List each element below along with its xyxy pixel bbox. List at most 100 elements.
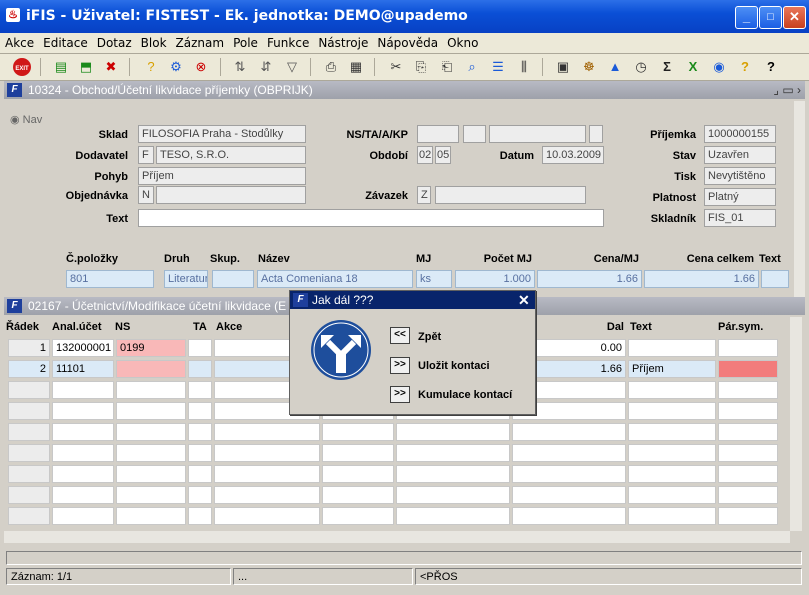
grid-cell[interactable] [718,339,778,357]
dialog-close-icon[interactable]: ✕ [518,292,530,309]
cell-celkem[interactable]: 1.66 [644,270,759,288]
field-prijemka[interactable]: 1000000155 [704,125,776,143]
grid-cell[interactable] [628,423,716,441]
grid-cell[interactable] [718,486,778,504]
paste-icon[interactable]: ⎗ [437,57,457,77]
grid-cell[interactable] [52,444,114,462]
cell-druh[interactable]: Literatur [164,270,208,288]
field-platnost[interactable]: Platný [704,188,776,206]
cell-text[interactable] [761,270,789,288]
grid-cell[interactable] [322,465,394,483]
sort-desc-icon[interactable]: ⇵ [256,57,276,77]
menu-pole[interactable]: Pole [228,33,262,50]
search-icon[interactable]: ⌕ [462,57,482,77]
grid-cell[interactable] [214,486,320,504]
copy-icon[interactable]: ⎘ [411,57,431,77]
field-objednavka[interactable] [156,186,306,204]
grid-cell[interactable] [116,444,186,462]
grid-cell[interactable] [8,486,50,504]
maximize-button[interactable]: □ [759,6,782,29]
field-text[interactable] [138,209,604,227]
row1-anal[interactable]: 132000001 [52,339,114,357]
save-posting-button[interactable]: >> [390,357,410,374]
grid-cell[interactable] [8,381,50,399]
grid-cell[interactable] [116,486,186,504]
row2-text[interactable]: Příjem [628,360,716,378]
grid-cell[interactable] [116,402,186,420]
grid-cell[interactable] [52,486,114,504]
form2-hscrollbar[interactable] [4,531,790,543]
menu-funkce[interactable]: Funkce [262,33,313,50]
cancel-query-icon[interactable]: ⊗ [191,57,211,77]
cell-skup[interactable] [212,270,254,288]
grid-cell[interactable] [188,465,212,483]
field-objednavka-flag[interactable]: N [138,186,154,204]
cut-icon[interactable]: ✂ [386,57,406,77]
grid-cell[interactable] [188,360,212,378]
grid-cell[interactable] [188,507,212,525]
grid-cell[interactable] [116,465,186,483]
grid-cell[interactable] [8,465,50,483]
grid-cell[interactable] [188,381,212,399]
grid-cell[interactable] [718,507,778,525]
grid-cell[interactable] [8,507,50,525]
field-a[interactable] [489,125,586,143]
grid-cell[interactable] [322,507,394,525]
cell-mj[interactable]: ks [416,270,452,288]
field-sklad[interactable]: FILOSOFIA Praha - Stodůlky [138,125,306,143]
exit-button[interactable]: EXIT [12,57,32,77]
menu-zaznam[interactable]: Záznam [171,33,229,50]
grid-cell[interactable] [512,444,626,462]
window-controls-icon[interactable]: ⌟ ▭ › [773,83,801,97]
grid-cell[interactable] [8,423,50,441]
grid-cell[interactable] [214,507,320,525]
field-datum[interactable]: 10.03.2009 [542,146,604,164]
clock-icon[interactable]: ◷ [631,57,651,77]
grid-cell[interactable] [52,465,114,483]
grid-cell[interactable] [214,444,320,462]
grid-cell[interactable] [512,423,626,441]
grid-cell[interactable] [214,465,320,483]
grid-cell[interactable] [628,402,716,420]
row2-anal[interactable]: 11101 [52,360,114,378]
grid-cell[interactable] [718,423,778,441]
grid-cell[interactable] [396,465,510,483]
grid-cell[interactable] [628,486,716,504]
filter-icon[interactable]: ▽ [282,57,302,77]
print-icon[interactable]: ⎙ [321,57,341,77]
cell-cena[interactable]: 1.66 [537,270,642,288]
wheel-icon[interactable]: ☸ [579,57,599,77]
grid-cell[interactable] [718,444,778,462]
nav-radio[interactable]: ◉ Nav [10,113,42,126]
grid-cell[interactable] [396,486,510,504]
grid-cell[interactable] [396,507,510,525]
row2-parsym[interactable] [718,360,778,378]
row2-ns[interactable] [116,360,186,378]
menu-akce[interactable]: Akce [0,33,38,50]
help-topic-icon[interactable]: ? [735,57,755,77]
grid-cell[interactable] [628,381,716,399]
grid-cell[interactable] [718,381,778,399]
grid-cell[interactable] [188,423,212,441]
grid-cell[interactable] [8,444,50,462]
grid-cell[interactable] [628,339,716,357]
grid-cell[interactable] [52,507,114,525]
excel-icon[interactable]: X [683,57,703,77]
grid-cell[interactable] [512,465,626,483]
grid-cell[interactable] [188,444,212,462]
grid-cell[interactable] [52,402,114,420]
delete-record-icon[interactable]: ✖ [101,57,121,77]
grid-cell[interactable] [188,402,212,420]
field-pohyb[interactable]: Příjem [138,167,306,185]
execute-query-icon[interactable]: ⚙ [166,57,186,77]
grid-cell[interactable] [52,423,114,441]
menu-editace[interactable]: Editace [38,33,92,50]
grid-cell[interactable] [396,444,510,462]
minimize-button[interactable]: _ [735,6,758,29]
grid-cell[interactable] [214,423,320,441]
field-dodavatel-flag[interactable]: F [138,146,154,164]
grid-cell[interactable] [628,507,716,525]
grid-cell[interactable] [322,486,394,504]
calculator-icon[interactable]: ▣ [553,57,573,77]
back-button[interactable]: << [390,327,410,344]
